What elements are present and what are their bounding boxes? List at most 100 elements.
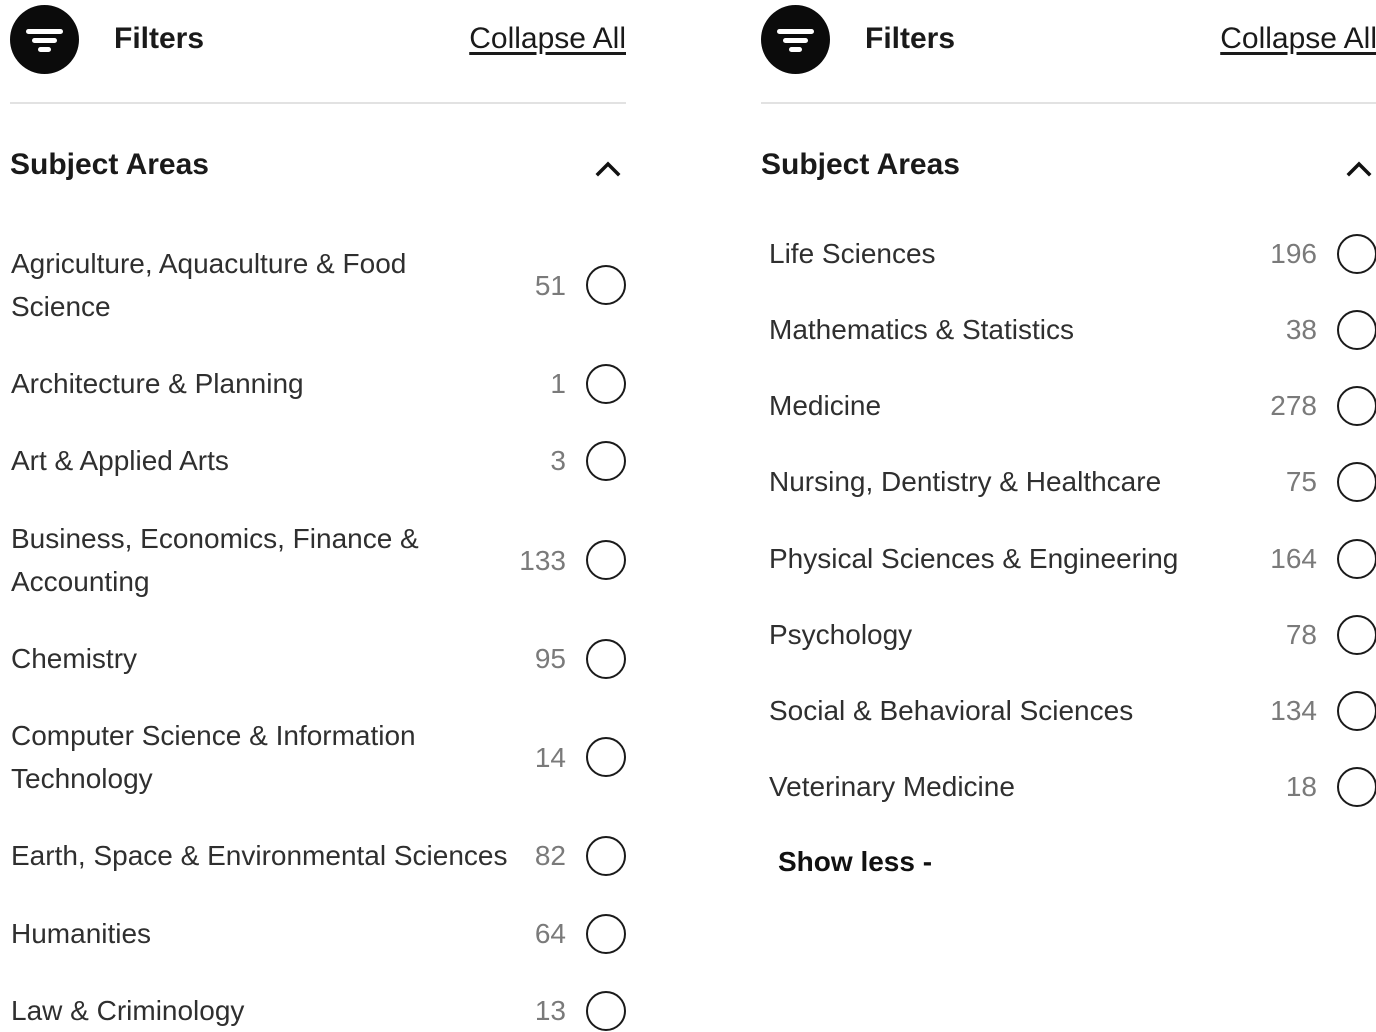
subject-radio[interactable] [586,737,626,777]
subject-count: 3 [550,445,566,476]
filters-title: Filters [865,22,956,55]
subject-count: 18 [1285,771,1317,802]
filters-header: Filters Collapse All [761,0,1376,104]
subject-label-line: Business, Economics, Finance & [11,523,419,554]
subject-count: 134 [1270,695,1317,726]
subject-radio[interactable] [586,835,626,876]
subject-label: Life Sciences [769,232,936,275]
list-item[interactable]: Physical Sciences & Engineering 164 [761,537,1376,580]
subject-label: Chemistry [11,637,137,680]
show-less-link[interactable]: Show less - [778,843,932,881]
subject-label: Mathematics & Statistics [769,308,1074,351]
subject-radio[interactable] [1337,233,1376,274]
subject-count: 78 [1285,619,1317,650]
list-item[interactable]: Computer Science & Information Technology… [10,714,626,800]
subject-count: 196 [1270,238,1317,269]
subject-areas-header[interactable]: Subject Areas [761,144,1376,208]
list-item[interactable]: Architecture & Planning 1 [10,362,626,405]
subject-radio[interactable] [1337,614,1376,655]
list-item[interactable]: Mathematics & Statistics 38 [761,308,1376,351]
filter-icon[interactable] [761,5,830,74]
subject-label-line: Veterinary Medicine [769,771,1015,802]
list-item[interactable]: Life Sciences 196 [761,232,1376,275]
subject-label-line: Earth, Space & Environmental Sciences [11,840,508,871]
subject-label: Humanities [11,912,151,955]
subject-radio[interactable] [1337,461,1376,502]
subject-label-line: Chemistry [11,643,138,674]
subject-count: 133 [519,544,566,576]
subject-count: 164 [1270,543,1317,574]
subject-label-line: Accounting [11,566,150,597]
subject-label-line: Technology [11,763,153,794]
subject-radio[interactable] [1337,309,1376,350]
list-item[interactable]: Social & Behavioral Sciences 134 [761,689,1376,732]
subject-label: Psychology [769,613,912,656]
section-title: Subject Areas [761,148,960,181]
subject-label-line: Psychology [769,619,913,650]
subject-label-line: Science [11,291,111,322]
subject-label-line: Nursing, Dentistry & Healthcare [769,466,1162,497]
list-item[interactable]: Agriculture, Aquaculture & Food Science 51 [10,242,626,328]
filter-icon[interactable] [10,5,79,74]
subject-count: 75 [1285,466,1317,497]
subject-label: Medicine [769,384,881,427]
chevron-up-icon[interactable] [1341,154,1376,182]
subject-radio[interactable] [1337,766,1376,807]
filters-panel-right: Filters Collapse All Subject Areas Life … [761,0,1376,877]
subject-radio[interactable] [586,913,626,954]
subject-count: 13 [534,995,566,1026]
subject-radio[interactable] [586,638,626,679]
subject-label-line: Architecture & Planning [11,368,304,399]
subject-label: Physical Sciences & Engineering [769,537,1178,580]
subject-label: Nursing, Dentistry & Healthcare [769,460,1161,503]
subject-radio[interactable] [586,990,626,1031]
subject-count: 1 [550,368,566,399]
subject-count: 278 [1270,390,1317,421]
subject-label-line: Mathematics & Statistics [769,314,1074,345]
subject-label: Earth, Space & Environmental Sciences [11,834,507,877]
subject-label: Social & Behavioral Sciences [769,689,1133,732]
subject-label-line: Medicine [769,390,882,421]
subject-label: Veterinary Medicine [769,765,1015,808]
list-item[interactable]: Chemistry 95 [10,637,626,680]
subject-label-line: Social & Behavioral Sciences [769,695,1134,726]
subject-label-line: Humanities [11,918,152,949]
subject-count: 64 [534,918,566,949]
subject-areas-header[interactable]: Subject Areas [10,144,626,208]
subject-radio[interactable] [1337,538,1376,579]
subject-label-line: Computer Science & Information [11,720,416,751]
subject-label: Law & Criminology [11,989,244,1032]
collapse-all-link[interactable]: Collapse All [1220,20,1376,58]
list-item[interactable]: Law & Criminology 13 [10,989,626,1032]
list-item[interactable]: Veterinary Medicine 18 [761,765,1376,808]
subject-radio[interactable] [586,440,626,481]
list-item[interactable]: Art & Applied Arts 3 [10,439,626,482]
list-item[interactable]: Earth, Space & Environmental Sciences 82 [10,834,626,877]
list-item[interactable]: Psychology 78 [761,613,1376,656]
list-item[interactable]: Medicine 278 [761,384,1376,427]
subject-count: 51 [534,269,566,301]
collapse-all-link[interactable]: Collapse All [469,20,626,58]
list-item[interactable]: Humanities 64 [10,912,626,955]
subject-count: 38 [1285,314,1317,345]
subject-label-line: Agriculture, Aquaculture & Food [11,248,407,279]
subject-label: Architecture & Planning [11,362,304,405]
subject-label: Business, Economics, Finance & Accounting [11,517,419,603]
subject-radio[interactable] [1337,385,1376,426]
subject-radio[interactable] [586,540,626,580]
chevron-up-icon[interactable] [590,154,626,182]
filters-panel-left: Filters Collapse All Subject Areas Agric… [10,0,626,1031]
subject-count: 82 [534,840,566,871]
subject-label: Agriculture, Aquaculture & Food Science [11,242,406,328]
subject-count: 95 [534,643,566,674]
subject-label-line: Law & Criminology [11,995,245,1026]
list-item[interactable]: Business, Economics, Finance & Accounting… [10,517,626,603]
subject-radio[interactable] [1337,690,1376,731]
section-title: Subject Areas [10,148,209,181]
filters-header: Filters Collapse All [10,0,626,104]
filters-title: Filters [114,22,205,55]
list-item[interactable]: Nursing, Dentistry & Healthcare 75 [761,460,1376,503]
subject-radio[interactable] [586,265,626,305]
subject-label: Computer Science & Information Technology [11,714,416,800]
subject-radio[interactable] [586,363,626,404]
